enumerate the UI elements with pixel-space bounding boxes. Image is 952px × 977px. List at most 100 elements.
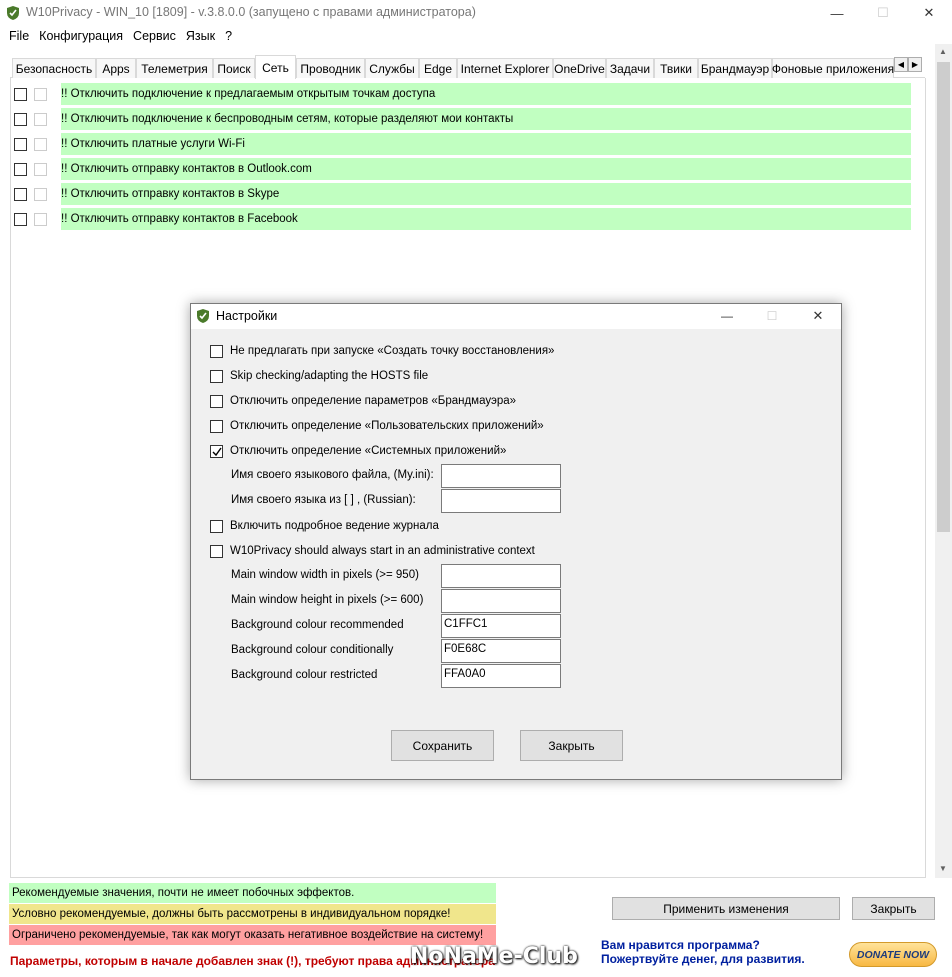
window-title: W10Privacy - WIN_10 [1809] - v.3.8.0.0 (…: [26, 5, 476, 19]
setting-checkbox[interactable]: [210, 394, 223, 408]
main-close-button[interactable]: Закрыть: [852, 897, 935, 920]
maximize-button[interactable]: ☐: [860, 0, 906, 26]
dialog-shield-icon: [197, 309, 209, 323]
tab-explorer[interactable]: Проводник: [296, 58, 365, 78]
menu-bar: File Конфигурация Сервис Язык ?: [0, 26, 952, 46]
setting-label: Включить подробное ведение журнала: [230, 520, 439, 532]
setting-label: Отключить определение «Системных приложе…: [230, 445, 507, 457]
setting-label: Отключить определение параметров «Брандм…: [230, 395, 517, 407]
legend-conditional: Условно рекомендуемые, должны быть рассм…: [9, 904, 496, 924]
window-height-label: Main window height in pixels (>= 600): [231, 594, 424, 606]
tab-edge[interactable]: Edge: [419, 58, 457, 78]
list-item: [14, 133, 47, 155]
minimize-button[interactable]: —: [814, 0, 860, 26]
option-checkbox[interactable]: [14, 87, 27, 101]
option-secondary-checkbox: [34, 137, 47, 151]
setting-admin-context[interactable]: W10Privacy should always start in an adm…: [210, 542, 535, 560]
color-conditional-label: Background colour conditionally: [231, 644, 394, 656]
option-checkbox[interactable]: [14, 137, 27, 151]
option-label: !! Отключить подключение к предлагаемым …: [61, 83, 911, 105]
close-button[interactable]: ✕: [906, 0, 952, 26]
legend-restricted: Ограничено рекомендуемые, так как могут …: [9, 925, 496, 945]
tab-services[interactable]: Службы: [365, 58, 419, 78]
menu-language[interactable]: Язык: [181, 29, 220, 43]
option-secondary-checkbox: [34, 187, 47, 201]
setting-skip-hosts[interactable]: Skip checking/adapting the HOSTS file: [210, 367, 428, 385]
donate-line-1: Вам нравится программа?: [601, 938, 760, 952]
list-item: [14, 208, 47, 230]
setting-disable-firewall-detection[interactable]: Отключить определение параметров «Брандм…: [210, 392, 516, 410]
legend-recommended: Рекомендуемые значения, почти не имеет п…: [9, 883, 496, 903]
setting-checkbox[interactable]: [210, 419, 223, 433]
setting-checkbox[interactable]: [210, 369, 223, 383]
setting-label: Skip checking/adapting the HOSTS file: [230, 370, 429, 382]
setting-disable-system-apps-detection[interactable]: Отключить определение «Системных приложе…: [210, 442, 506, 460]
setting-verbose-logging[interactable]: Включить подробное ведение журнала: [210, 517, 439, 535]
save-button[interactable]: Сохранить: [391, 730, 494, 761]
menu-file[interactable]: File: [4, 29, 34, 43]
tab-apps[interactable]: Apps: [96, 58, 136, 78]
list-item: [14, 183, 47, 205]
apply-changes-button[interactable]: Применить изменения: [612, 897, 840, 920]
color-recommended-label: Background colour recommended: [231, 619, 404, 631]
list-item: [14, 108, 47, 130]
option-label: !! Отключить платные услуги Wi-Fi: [61, 133, 911, 155]
list-item: [14, 158, 47, 180]
tab-telemetry[interactable]: Телеметрия: [136, 58, 213, 78]
lang-file-field[interactable]: [441, 464, 561, 488]
option-checkbox[interactable]: [14, 112, 27, 126]
option-label: !! Отключить отправку контактов в Outloo…: [61, 158, 911, 180]
option-checkbox[interactable]: [14, 187, 27, 201]
setting-disable-user-apps-detection[interactable]: Отключить определение «Пользовательских …: [210, 417, 544, 435]
tab-network[interactable]: Сеть: [255, 55, 296, 79]
dialog-minimize-button[interactable]: —: [704, 304, 750, 328]
menu-service[interactable]: Сервис: [128, 29, 181, 43]
window-height-field[interactable]: [441, 589, 561, 613]
option-secondary-checkbox: [34, 112, 47, 126]
window-width-field[interactable]: [441, 564, 561, 588]
setting-label: Не предлагать при запуске «Создать точку…: [230, 345, 555, 357]
tab-onedrive[interactable]: OneDrive: [553, 58, 606, 78]
list-item: [14, 83, 47, 105]
menu-configuration[interactable]: Конфигурация: [34, 29, 128, 43]
option-checkbox[interactable]: [14, 162, 27, 176]
tab-internet-explorer[interactable]: Internet Explorer: [457, 58, 553, 78]
option-secondary-checkbox: [34, 162, 47, 176]
donate-button[interactable]: DONATE NOW: [849, 942, 937, 967]
setting-checkbox[interactable]: [210, 344, 223, 358]
scroll-up-icon[interactable]: ▲: [939, 47, 947, 56]
option-label: !! Отключить подключение к беспроводным …: [61, 108, 911, 130]
tab-tweaks[interactable]: Твики: [654, 58, 698, 78]
lang-name-label: Имя своего языка из [ ] , (Russian):: [231, 494, 416, 506]
tab-firewall[interactable]: Брандмауэр: [698, 58, 772, 78]
color-conditional-field[interactable]: F0E68C: [441, 639, 561, 663]
setting-label: Отключить определение «Пользовательских …: [230, 420, 544, 432]
tab-tasks[interactable]: Задачи: [606, 58, 654, 78]
dialog-close-text-button[interactable]: Закрыть: [520, 730, 623, 761]
scrollbar-thumb[interactable]: [937, 62, 950, 532]
lang-name-field[interactable]: [441, 489, 561, 513]
color-restricted-field[interactable]: FFA0A0: [441, 664, 561, 688]
option-label: !! Отключить отправку контактов в Facebo…: [61, 208, 911, 230]
tab-security[interactable]: Безопасность: [12, 58, 96, 78]
setting-label: W10Privacy should always start in an adm…: [230, 545, 535, 557]
tab-scroll-left-icon[interactable]: ◀: [894, 57, 908, 72]
menu-help[interactable]: ?: [220, 29, 237, 43]
tab-background-apps[interactable]: Фоновые приложения: [772, 58, 894, 78]
tab-search[interactable]: Поиск: [213, 58, 255, 78]
scroll-down-icon[interactable]: ▼: [939, 864, 947, 873]
checkmark-icon: [212, 447, 222, 456]
dialog-maximize-button[interactable]: ☐: [749, 304, 795, 328]
lang-file-label: Имя своего языкового файла, (My.ini):: [231, 469, 434, 481]
option-secondary-checkbox: [34, 87, 47, 101]
option-checkbox[interactable]: [14, 212, 27, 226]
setting-checkbox[interactable]: [210, 519, 223, 533]
color-recommended-field[interactable]: C1FFC1: [441, 614, 561, 638]
tab-scroll-right-icon[interactable]: ▶: [908, 57, 922, 72]
setting-checkbox-checked[interactable]: [210, 444, 223, 458]
dialog-close-button[interactable]: ✕: [795, 304, 841, 328]
app-shield-icon: [7, 6, 19, 20]
setting-checkbox[interactable]: [210, 544, 223, 558]
setting-no-restore-point[interactable]: Не предлагать при запуске «Создать точку…: [210, 342, 554, 360]
dialog-title: Настройки: [216, 309, 278, 323]
